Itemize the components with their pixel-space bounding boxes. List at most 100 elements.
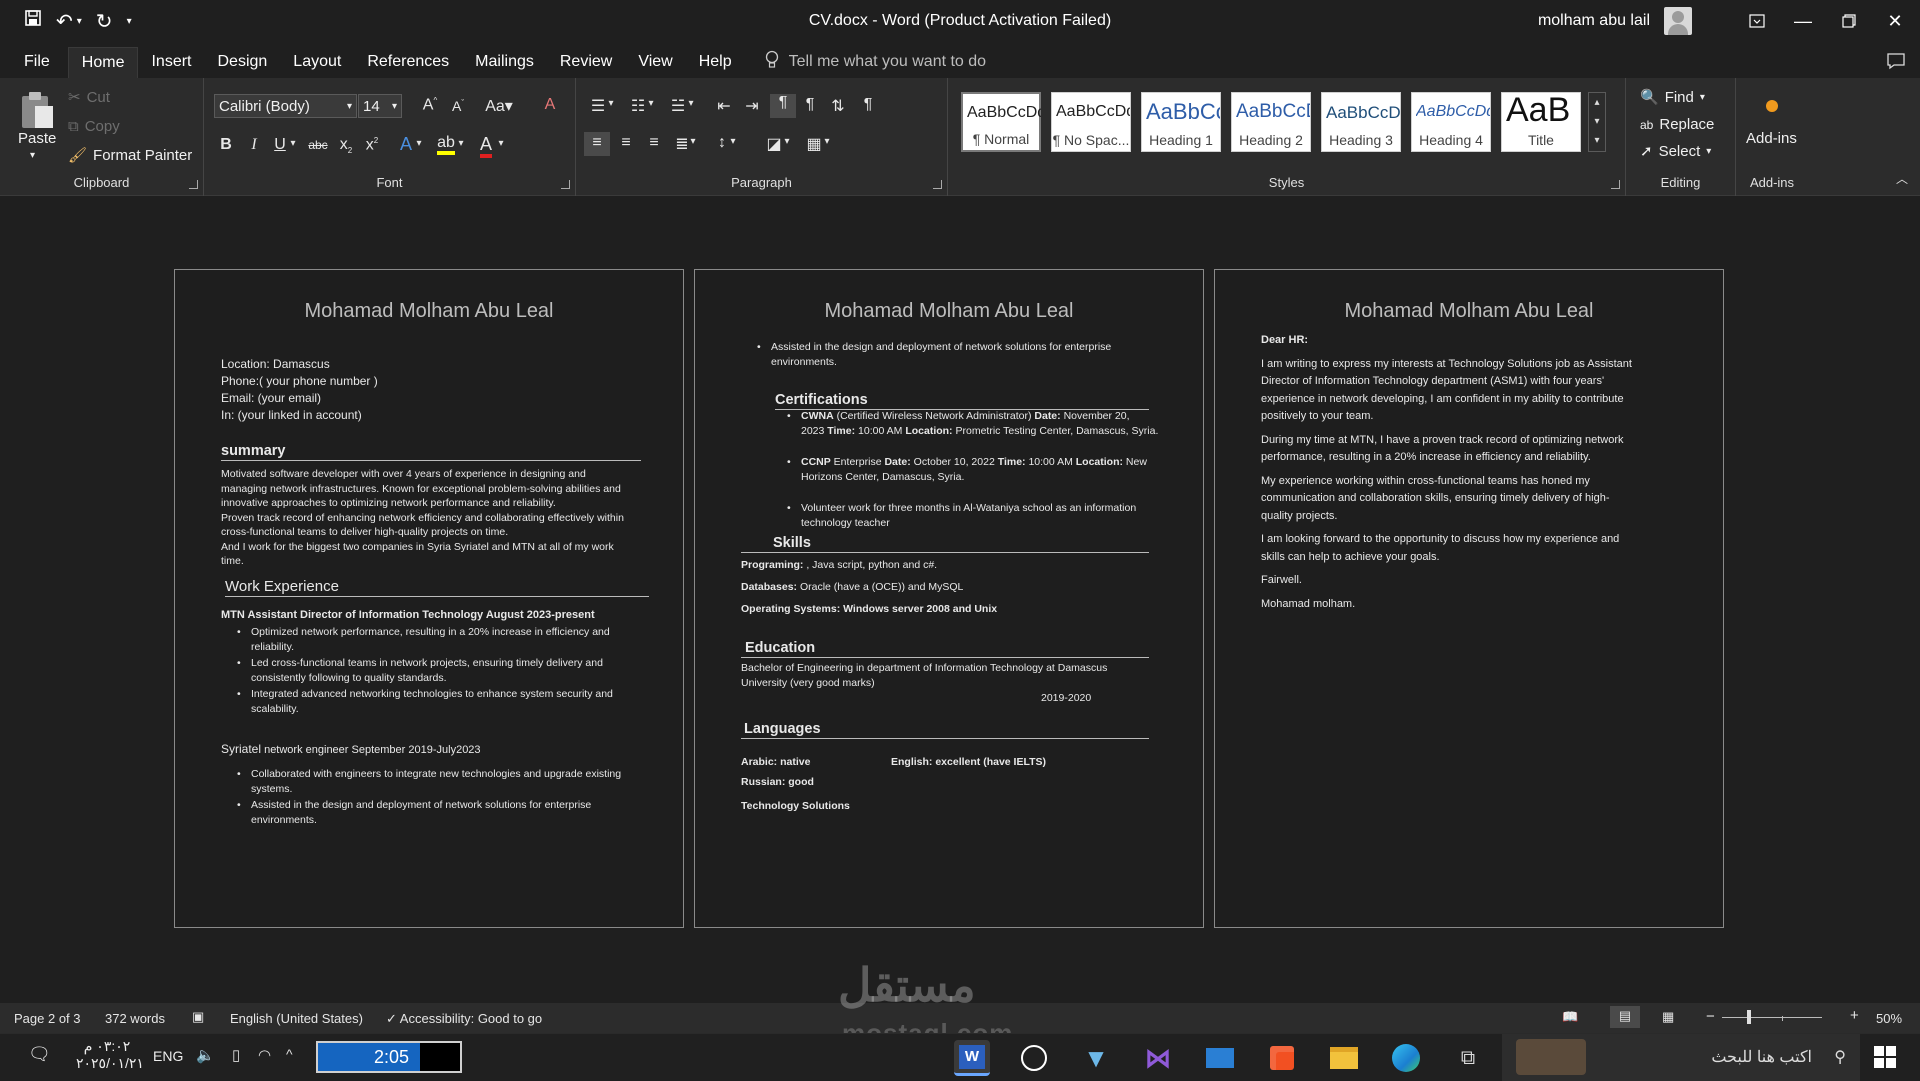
page-1[interactable]: Mohamad Molham Abu Leal Location: Damasc… xyxy=(174,269,684,928)
search-box[interactable]: ⚲ اكتب هنا للبحث xyxy=(1502,1034,1860,1081)
user-name[interactable]: molham abu lail xyxy=(1538,12,1650,30)
addins-icon[interactable] xyxy=(1766,100,1778,112)
minimize-button[interactable]: — xyxy=(1780,0,1826,42)
tab-mailings[interactable]: Mailings xyxy=(462,47,547,77)
bold-icon[interactable]: B xyxy=(214,136,238,154)
highlight-dropdown-icon[interactable]: ▾ xyxy=(454,138,468,149)
line-spacing-dropdown-icon[interactable]: ▾ xyxy=(726,136,740,147)
tab-references[interactable]: References xyxy=(354,47,462,77)
borders-dropdown-icon[interactable]: ▾ xyxy=(820,136,834,147)
font-color-dropdown-icon[interactable]: ▾ xyxy=(494,138,508,149)
increase-indent-icon[interactable]: ⇥ xyxy=(740,96,764,116)
style-no-spacing[interactable]: AaBbCcDd ¶ No Spac... xyxy=(1051,92,1131,152)
font-size-select[interactable]: 14 ▾ xyxy=(358,94,402,118)
cut-button[interactable]: ✂ Cut xyxy=(68,88,110,107)
style-heading-4[interactable]: AaBbCcDd Heading 4 xyxy=(1411,92,1491,152)
replace-button[interactable]: ab Replace xyxy=(1640,116,1714,133)
zoom-level[interactable]: 50% xyxy=(1876,1011,1902,1026)
print-layout-icon[interactable]: ▤ xyxy=(1610,1006,1640,1028)
style-normal[interactable]: AaBbCcDd ¶ Normal xyxy=(961,92,1041,152)
style-title[interactable]: AaB Title xyxy=(1501,91,1581,152)
file-explorer-icon[interactable] xyxy=(1326,1040,1362,1076)
superscript-icon[interactable]: x2 xyxy=(360,136,384,154)
show-formatting-icon[interactable]: ¶ xyxy=(856,96,880,114)
underline-dropdown-icon[interactable]: ▾ xyxy=(286,138,300,149)
justify-dropdown-icon[interactable]: ▾ xyxy=(686,136,700,147)
redo-icon[interactable]: ↻ xyxy=(96,9,113,34)
input-language[interactable]: ENG xyxy=(153,1048,183,1064)
font-launcher-icon[interactable] xyxy=(561,180,570,189)
undo-icon[interactable]: ↶ xyxy=(56,9,73,34)
paste-button[interactable]: Paste xyxy=(18,130,56,147)
ribbon-display-icon[interactable] xyxy=(1734,0,1780,42)
align-center-icon[interactable]: ≡ xyxy=(614,134,638,152)
rtl-direction-icon[interactable]: ¶ xyxy=(798,96,822,114)
restore-button[interactable] xyxy=(1826,0,1872,42)
change-case-icon[interactable]: Aa▾ xyxy=(482,96,516,116)
clear-formatting-icon[interactable]: A xyxy=(538,96,562,114)
shrink-font-icon[interactable]: Aˇ xyxy=(446,98,470,114)
close-button[interactable]: ✕ xyxy=(1872,0,1918,42)
style-heading-1[interactable]: AaBbCc Heading 1 xyxy=(1141,92,1221,152)
tell-me-search[interactable]: Tell me what you want to do xyxy=(765,50,986,75)
proofing-icon[interactable]: ▣ xyxy=(192,1009,204,1025)
volume-icon[interactable]: 🔈 xyxy=(196,1046,215,1064)
format-painter-button[interactable]: 🖌 Format Painter xyxy=(68,146,192,165)
shading-dropdown-icon[interactable]: ▾ xyxy=(780,136,794,147)
comments-icon[interactable] xyxy=(1886,52,1906,75)
chevron-up-icon[interactable]: ^ xyxy=(286,1046,293,1062)
ltr-direction-icon[interactable]: ¶ xyxy=(770,94,796,118)
style-heading-2[interactable]: AaBbCcD Heading 2 xyxy=(1231,92,1311,152)
whatsapp-icon[interactable] xyxy=(1016,1040,1052,1076)
mail-icon[interactable] xyxy=(1202,1040,1238,1076)
clipboard-launcher-icon[interactable] xyxy=(189,180,198,189)
paragraph-launcher-icon[interactable] xyxy=(933,180,942,189)
tab-layout[interactable]: Layout xyxy=(280,47,354,77)
addins-button[interactable]: Add-ins xyxy=(1746,130,1797,147)
page-3[interactable]: Mohamad Molham Abu Leal Dear HR: I am wr… xyxy=(1214,269,1724,928)
tab-help[interactable]: Help xyxy=(686,47,745,77)
page-count[interactable]: Page 2 of 3 xyxy=(14,1011,81,1026)
save-icon[interactable] xyxy=(24,9,42,33)
avatar[interactable] xyxy=(1664,7,1692,35)
bullets-dropdown-icon[interactable]: ▾ xyxy=(604,98,618,109)
zoom-slider[interactable] xyxy=(1722,1017,1822,1018)
customize-qat-icon[interactable]: ▾ xyxy=(127,16,132,27)
sort-icon[interactable]: ⇅ xyxy=(826,96,850,116)
tab-view[interactable]: View xyxy=(625,47,685,77)
tab-home[interactable]: Home xyxy=(67,46,139,78)
subscript-icon[interactable]: x2 xyxy=(334,136,358,155)
accessibility-status[interactable]: ✓ Accessibility: Good to go xyxy=(386,1011,542,1027)
numbering-dropdown-icon[interactable]: ▾ xyxy=(644,98,658,109)
timer-widget[interactable]: 2:05 xyxy=(316,1041,462,1073)
tab-file[interactable]: File xyxy=(0,47,68,77)
document-canvas[interactable]: Mohamad Molham Abu Leal Location: Damasc… xyxy=(0,197,1920,1003)
collapse-ribbon-icon[interactable]: ︿ xyxy=(1896,170,1908,187)
tab-insert[interactable]: Insert xyxy=(138,47,204,77)
word-count[interactable]: 372 words xyxy=(105,1011,165,1026)
select-button[interactable]: ➚ Select ▾ xyxy=(1640,142,1711,161)
notifications-icon[interactable]: 🗨 xyxy=(28,1044,51,1065)
italic-icon[interactable]: I xyxy=(242,136,266,154)
align-left-icon[interactable]: ≡ xyxy=(584,132,610,156)
word-app-icon[interactable]: W xyxy=(954,1040,990,1076)
strikethrough-icon[interactable]: abc xyxy=(306,138,330,152)
edge-icon[interactable] xyxy=(1388,1040,1424,1076)
find-button[interactable]: 🔍 Find ▾ xyxy=(1640,88,1705,107)
windows-start-icon[interactable] xyxy=(1874,1046,1896,1073)
battery-icon[interactable]: ▯ xyxy=(232,1046,240,1064)
multilevel-dropdown-icon[interactable]: ▾ xyxy=(684,98,698,109)
language-status[interactable]: English (United States) xyxy=(230,1011,363,1026)
font-name-select[interactable]: Calibri (Body) ▾ xyxy=(214,94,357,118)
grow-font-icon[interactable]: A^ xyxy=(418,96,442,114)
paste-dropdown-icon[interactable]: ▾ xyxy=(30,150,35,161)
text-effects-dropdown-icon[interactable]: ▾ xyxy=(412,138,426,149)
read-mode-icon[interactable]: 📖 xyxy=(1562,1009,1578,1025)
align-right-icon[interactable]: ≡ xyxy=(642,134,666,152)
visual-studio-icon[interactable]: ⋈ xyxy=(1140,1040,1176,1076)
style-heading-3[interactable]: AaBbCcD Heading 3 xyxy=(1321,92,1401,152)
tab-review[interactable]: Review xyxy=(547,47,625,77)
page-2[interactable]: Mohamad Molham Abu Leal Assisted in the … xyxy=(694,269,1204,928)
zoom-slider-thumb[interactable] xyxy=(1746,1010,1751,1024)
vpn-app-icon[interactable]: ▼ xyxy=(1078,1040,1114,1076)
